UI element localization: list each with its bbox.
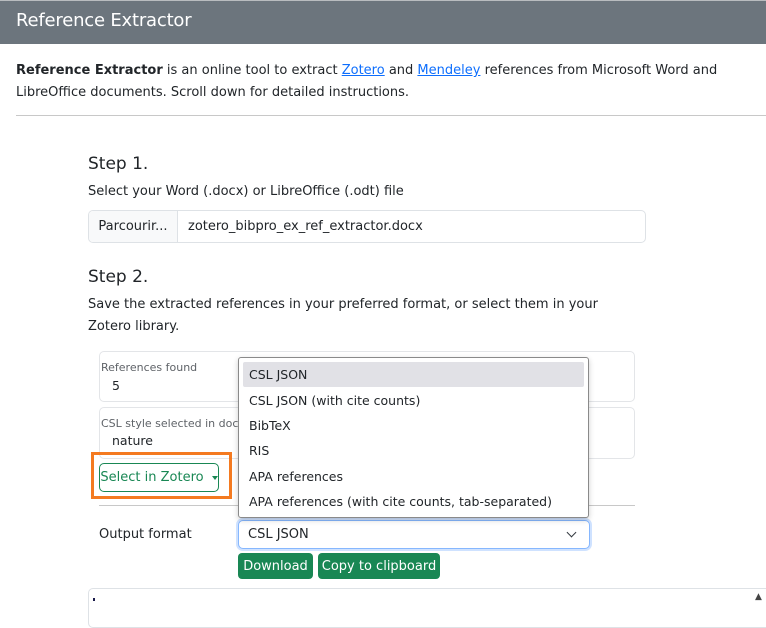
step1-title: Step 1. [88, 154, 149, 174]
step1-description: Select your Word (.docx) or LibreOffice … [88, 184, 404, 199]
output-textarea[interactable] [88, 588, 766, 628]
dropdown-option[interactable]: BibTeX [243, 413, 584, 438]
dropdown-option[interactable]: APA references (with cite counts, tab-se… [243, 489, 584, 514]
select-in-zotero-button[interactable]: Select in Zotero [99, 463, 219, 492]
intro-paragraph: Reference Extractor is an online tool to… [16, 60, 756, 104]
file-input[interactable]: Parcourir... zotero_bibpro_ex_ref_extrac… [88, 210, 646, 243]
download-button[interactable]: Download [238, 553, 313, 579]
intro-brand: Reference Extractor [16, 63, 163, 78]
divider [16, 115, 766, 116]
references-found-label: References found [101, 361, 198, 374]
output-format-select[interactable]: CSL JSON [238, 520, 590, 549]
caret-down-icon [211, 475, 218, 480]
csl-style-value: nature [112, 433, 153, 448]
zotero-link[interactable]: Zotero [342, 63, 385, 78]
step2-description: Save the extracted references in your pr… [88, 297, 598, 334]
step2-title: Step 2. [88, 267, 149, 287]
selected-file-name: zotero_bibpro_ex_ref_extractor.docx [188, 219, 423, 234]
dropdown-option[interactable]: CSL JSON (with cite counts) [243, 387, 584, 412]
scroll-up-icon[interactable]: ▲ [755, 592, 762, 602]
chevron-down-icon [566, 527, 577, 538]
output-format-label: Output format [99, 527, 192, 542]
dropdown-option[interactable]: RIS [243, 438, 584, 463]
select-in-zotero-label: Select in Zotero [100, 470, 204, 485]
browse-button[interactable]: Parcourir... [89, 211, 178, 242]
csl-style-label: CSL style selected in document [101, 417, 239, 430]
app-title: Reference Extractor [16, 10, 192, 31]
mendeley-link[interactable]: Mendeley [417, 63, 480, 78]
dropdown-option[interactable]: CSL JSON [243, 362, 584, 388]
output-format-dropdown[interactable]: CSL JSON CSL JSON (with cite counts) Bib… [238, 357, 589, 518]
output-format-selected: CSL JSON [248, 527, 309, 542]
intro-text: and [384, 63, 418, 78]
navbar: Reference Extractor [0, 0, 766, 44]
copy-to-clipboard-button[interactable]: Copy to clipboard [318, 553, 440, 579]
intro-text: is an online tool to extract [162, 63, 342, 78]
references-found-value: 5 [112, 378, 120, 393]
dropdown-option[interactable]: APA references [243, 464, 584, 489]
